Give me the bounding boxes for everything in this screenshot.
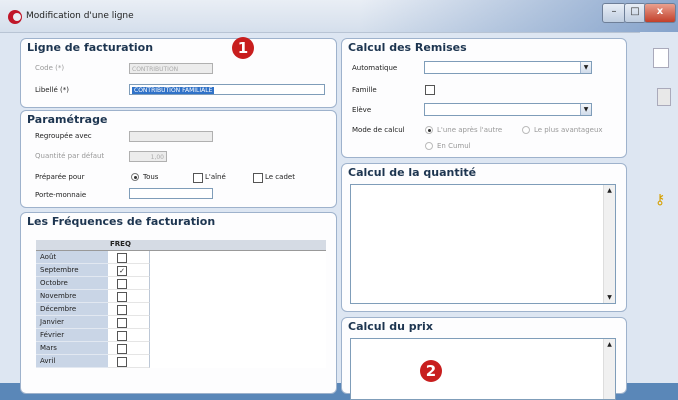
table-row: Octobre [36, 277, 326, 290]
remises-title: Calcul des Remises [348, 41, 467, 54]
code-input[interactable]: CONTRIBUTION [129, 63, 213, 74]
month-checkbox[interactable] [117, 331, 127, 341]
title-bar: Modification d'une ligne – □ x [0, 0, 678, 33]
quantite-label: Quantité par défaut [35, 152, 105, 160]
month-checkbox[interactable] [117, 357, 127, 367]
document-icon[interactable] [653, 48, 669, 68]
automatique-select[interactable]: ▼ [424, 61, 592, 74]
prix-textarea[interactable]: ▲ [350, 338, 616, 400]
month-checkbox[interactable] [117, 344, 127, 354]
regroupee-input[interactable] [129, 131, 213, 142]
table-row: Avril [36, 355, 326, 368]
mode-cumul-radio[interactable] [425, 142, 433, 150]
porte-monnaie-input[interactable] [129, 188, 213, 199]
mode-une-apres-autre-label: L'une après l'autre [437, 126, 503, 134]
radio-tous[interactable] [131, 173, 139, 181]
mode-une-apres-autre-radio[interactable] [425, 126, 433, 134]
table-row: Février [36, 329, 326, 342]
frequences-title: Les Fréquences de facturation [27, 215, 216, 228]
famille-label: Famille [352, 86, 377, 94]
month-name: Août [36, 251, 108, 264]
prix-group: Calcul du prix ▲ [341, 317, 627, 400]
window: Modification d'une ligne – □ x ⚷ Ligne d… [0, 0, 678, 400]
month-name: Novembre [36, 290, 108, 303]
checkbox-aine[interactable] [193, 173, 203, 183]
month-checkbox[interactable] [117, 292, 127, 302]
scroll-up-icon[interactable]: ▲ [605, 186, 614, 195]
porte-monnaie-label: Porte-monnaie [35, 191, 87, 199]
minimize-button[interactable]: – [602, 3, 626, 23]
automatique-label: Automatique [352, 64, 398, 72]
mode-plus-avantageux-radio[interactable] [522, 126, 530, 134]
mode-calcul-label: Mode de calcul [352, 126, 405, 134]
key-icon[interactable]: ⚷ [655, 192, 665, 208]
mode-plus-avantageux-label: Le plus avantageux [534, 126, 603, 134]
month-name: Avril [36, 355, 108, 368]
frequences-grid-header: FREQ [36, 240, 326, 251]
regroupee-label: Regroupée avec [35, 132, 92, 140]
checkbox-cadet[interactable] [253, 173, 263, 183]
vertical-scrollbar[interactable]: ▲ [603, 339, 615, 399]
month-checkbox[interactable] [117, 305, 127, 315]
app-icon [8, 10, 22, 24]
table-row: Décembre [36, 303, 326, 316]
callout-badge-1: 1 [232, 37, 254, 59]
parametrage-group: Paramétrage Regroupée avec Quantité par … [20, 110, 337, 208]
eleve-select[interactable]: ▼ [424, 103, 592, 116]
maximize-button[interactable]: □ [624, 3, 646, 23]
code-label: Code (*) [35, 64, 65, 72]
radio-tous-label: Tous [143, 173, 159, 181]
table-row: Août [36, 251, 326, 264]
eleve-label: Elève [352, 106, 372, 114]
month-name: Septembre [36, 264, 108, 277]
table-row: Janvier [36, 316, 326, 329]
month-name: Octobre [36, 277, 108, 290]
vertical-scrollbar[interactable]: ▲ ▼ [603, 185, 615, 303]
month-name: Janvier [36, 316, 108, 329]
quantite-group: Calcul de la quantité ▲ ▼ [341, 163, 627, 312]
quantite-textarea[interactable]: ▲ ▼ [350, 184, 616, 304]
aine-label: L'aîné [205, 173, 226, 181]
freq-column-header: FREQ [110, 240, 131, 248]
scroll-up-icon[interactable]: ▲ [605, 340, 614, 349]
window-title: Modification d'une ligne [26, 11, 134, 21]
page-icon[interactable] [657, 88, 671, 106]
ligne-facturation-title: Ligne de facturation [27, 41, 154, 54]
quantite-title: Calcul de la quantité [348, 166, 477, 179]
scroll-down-icon[interactable]: ▼ [605, 293, 614, 302]
month-name: Décembre [36, 303, 108, 316]
table-row: Septembre ✓ [36, 264, 326, 277]
quantite-input[interactable]: 1,00 [129, 151, 167, 162]
parametrage-title: Paramétrage [27, 113, 108, 126]
month-checkbox[interactable] [117, 318, 127, 328]
chevron-down-icon[interactable]: ▼ [580, 104, 591, 115]
preparee-label: Préparée pour [35, 173, 85, 181]
month-checkbox[interactable] [117, 253, 127, 263]
remises-group: Calcul des Remises Automatique ▼ Famille… [341, 38, 627, 158]
ligne-facturation-group: Ligne de facturation Code (*) CONTRIBUTI… [20, 38, 337, 108]
callout-badge-2: 2 [420, 360, 442, 382]
month-checkbox[interactable] [117, 279, 127, 289]
libelle-value: CONTRIBUTION FAMILIALE [132, 87, 215, 94]
table-row: Novembre [36, 290, 326, 303]
mode-cumul-label: En Cumul [437, 142, 471, 150]
chevron-down-icon[interactable]: ▼ [580, 62, 591, 73]
libelle-label: Libellé (*) [35, 86, 69, 94]
cadet-label: Le cadet [265, 173, 295, 181]
prix-title: Calcul du prix [348, 320, 433, 333]
month-checkbox[interactable]: ✓ [117, 266, 127, 276]
month-name: Février [36, 329, 108, 342]
month-name: Mars [36, 342, 108, 355]
close-button[interactable]: x [644, 3, 676, 23]
famille-checkbox[interactable] [425, 85, 435, 95]
libelle-input[interactable]: CONTRIBUTION FAMILIALE [129, 84, 325, 95]
table-row: Mars [36, 342, 326, 355]
